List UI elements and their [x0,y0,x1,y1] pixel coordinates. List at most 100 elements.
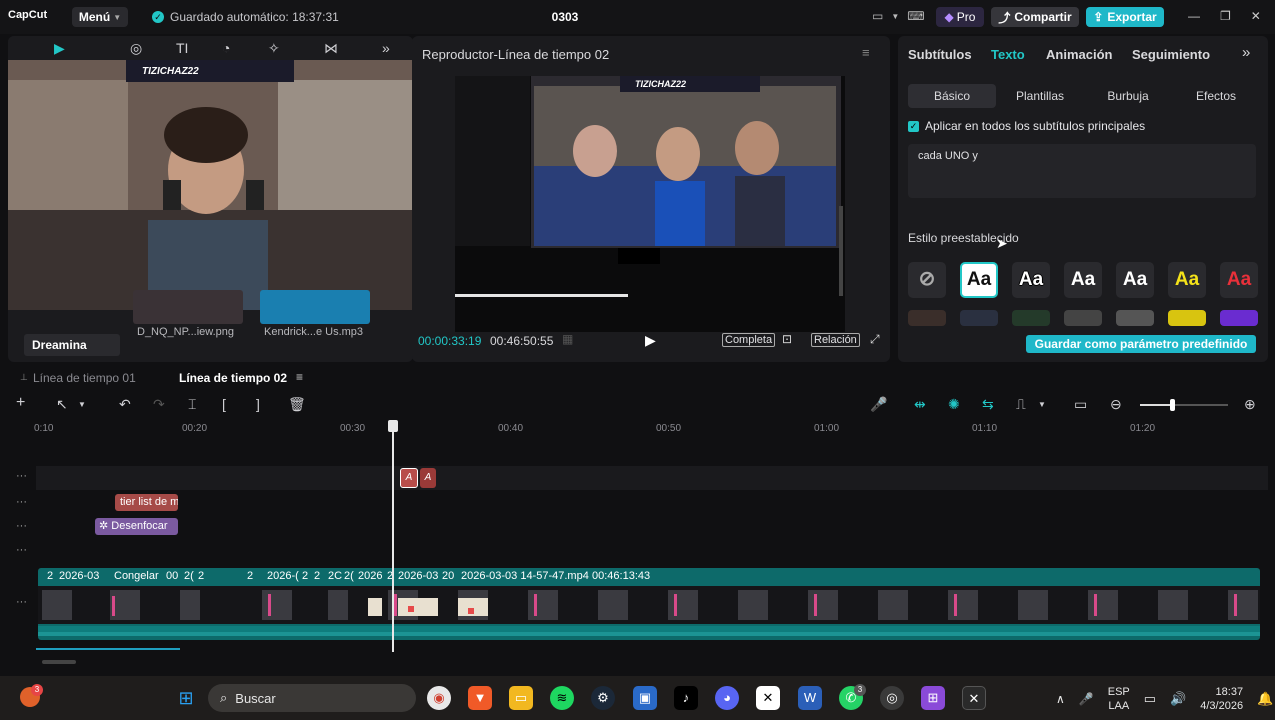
preset-style[interactable]: Aa [1064,262,1102,298]
clock[interactable]: 18:37 4/3/2026 [1200,685,1243,713]
restore-icon[interactable]: ❐ [1220,9,1231,23]
link-icon[interactable]: ⇹ [914,396,926,413]
capcut-active-icon[interactable]: ✕ [962,686,986,710]
preset-style[interactable]: Aa [960,262,998,298]
close-icon[interactable]: ✕ [1251,9,1261,23]
export-button[interactable]: ⇪ Exportar [1086,7,1164,27]
screen-icon[interactable]: ▭ [1074,396,1087,413]
subtab-effects[interactable]: Efectos [1172,84,1260,108]
steam-icon[interactable]: ⚙ [591,686,615,710]
windows-start-icon[interactable]: ⊞ [174,686,198,710]
taskbar-search[interactable]: ⌕ Buscar [208,684,416,712]
preview-axis-icon[interactable]: ⎍ [1016,396,1026,413]
redo-icon[interactable]: ↷ [153,396,165,413]
subtab-bubble[interactable]: Burbuja [1084,84,1172,108]
save-preset-button[interactable]: Guardar como parámetro predefinido [1026,335,1256,353]
language-indicator[interactable]: ESP LAA [1108,685,1130,713]
zoom-in-icon[interactable]: ⊕ [1244,396,1256,413]
timeline-ruler[interactable]: 0:10 00:20 00:30 00:40 00:50 01:00 01:10… [30,420,1268,436]
network-icon[interactable]: ▭ [1144,691,1156,707]
checkbox-icon[interactable]: ✓ [908,120,919,132]
more-icon[interactable]: ··· [16,496,27,508]
preset-style[interactable] [960,310,998,326]
split-icon[interactable]: ⌶ [188,396,196,413]
preset-none-icon[interactable]: ⊘ [908,262,946,298]
share-button[interactable]: ⤴ Compartir [991,7,1079,27]
layout-icon[interactable]: ▭ [872,9,883,23]
tab-timeline-01[interactable]: Línea de tiempo 01 [33,371,136,385]
grid-icon[interactable]: ▦ [562,332,573,346]
zoom-out-icon[interactable]: ⊖ [1110,396,1122,413]
notifications-icon[interactable]: 🔔 [1257,691,1273,707]
volume-icon[interactable]: 🔊 [1170,691,1186,707]
text-clip-icon[interactable]: A [420,468,436,488]
preset-style[interactable] [1012,310,1050,326]
capcut-icon[interactable]: ✕ [756,686,780,710]
store-icon[interactable]: ▣ [633,686,657,710]
file-explorer-icon[interactable]: ▭ [509,686,533,710]
minimize-icon[interactable]: — [1188,9,1200,23]
preset-style[interactable]: Aa [1116,262,1154,298]
trim-left-icon[interactable]: [ [222,396,226,412]
horizontal-scrollbar[interactable] [42,660,76,664]
keyboard-icon[interactable]: ⌨ [907,9,924,23]
aspect-ratio-button[interactable]: Relación [811,333,860,347]
more-icon[interactable]: ··· [16,596,27,608]
chevron-down-icon[interactable]: ▼ [891,12,899,21]
preset-style[interactable] [1064,310,1102,326]
text-tab-icon[interactable]: TI [176,40,188,56]
media-tab-icon[interactable]: ▶ [54,40,65,57]
apply-all-option[interactable]: ✓ Aplicar en todos los subtítulos princi… [908,119,1145,133]
expand-icon[interactable]: » [382,40,390,56]
tab-timeline-02[interactable]: Línea de tiempo 02 [179,371,287,385]
caption-clip[interactable]: tier list de m [115,494,178,511]
spotify-icon[interactable]: ≋ [550,686,574,710]
menu-button[interactable]: Menú ▼ [72,7,128,27]
trim-right-icon[interactable]: ] [256,396,260,412]
preset-style[interactable]: Aa [1220,262,1258,298]
audio-tab-icon[interactable]: ◎ [130,40,142,57]
playhead-handle[interactable] [388,420,398,432]
playhead[interactable] [388,420,398,652]
image-thumbnail[interactable] [133,290,243,324]
main-video-track[interactable]: 2 2026-03 Congelar 00 2( 2 2 2026-( 2 2 … [38,568,1260,640]
tab-text[interactable]: Texto [991,47,1025,62]
media-preview[interactable]: TIZICHAZ22 [8,60,413,310]
chrome-icon[interactable]: ◉ [427,686,451,710]
word-icon[interactable]: W [798,686,822,710]
player-canvas[interactable]: TIZICHAZ22 [455,76,845,332]
chevron-down-icon[interactable]: ▼ [1038,400,1046,409]
tab-subtitles[interactable]: Subtítulos [908,47,972,62]
magnet-icon[interactable]: ✺ [948,396,960,413]
tiktok-icon[interactable]: ♪ [674,686,698,710]
subtitle-text-field[interactable]: cada UNO y [908,144,1256,198]
more-icon[interactable]: ··· [16,470,27,482]
tab-animation[interactable]: Animación [1046,47,1112,62]
preset-style[interactable] [908,310,946,326]
sticker-tab-icon[interactable]: ◔ [222,40,230,56]
subtab-basic[interactable]: Básico [908,84,996,108]
preset-style[interactable] [1220,310,1258,326]
preset-style[interactable]: Aa [1012,262,1050,298]
play-icon[interactable]: ▶ [645,332,656,349]
chevron-up-icon[interactable]: ∧ [1056,692,1065,706]
pointer-icon[interactable]: ↖ [56,396,68,413]
effect-clip[interactable]: ✲ Desenfocar [95,518,178,535]
zoom-slider-handle[interactable] [1170,399,1175,411]
preset-style[interactable]: Aa [1168,262,1206,298]
delete-icon[interactable]: 🗑 [288,396,306,413]
link-clips-icon[interactable]: ⇆ [982,396,994,413]
project-title[interactable]: 0303 [540,10,590,24]
expand-icon[interactable]: » [1242,44,1250,61]
pro-button[interactable]: ◆ Pro [936,7,984,27]
fit-icon[interactable]: ⊡ [782,332,792,346]
more-icon[interactable]: ··· [16,544,27,556]
undo-icon[interactable]: ↶ [119,396,131,413]
add-icon[interactable]: + [16,394,25,412]
effects-tab-icon[interactable]: ✧ [268,40,280,57]
preset-style[interactable] [1116,310,1154,326]
preset-style[interactable] [1168,310,1206,326]
fullscreen-icon[interactable]: ⤢ [870,332,880,347]
dreamina-item[interactable]: Dreamina [24,334,120,356]
transitions-tab-icon[interactable]: ⋈ [324,40,338,57]
